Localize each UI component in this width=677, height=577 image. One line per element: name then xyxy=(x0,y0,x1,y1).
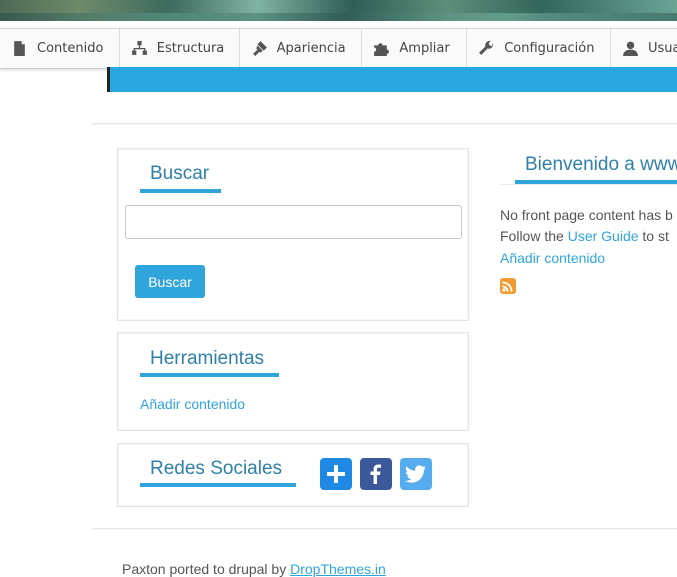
toolbar-item-contenido[interactable]: Contenido xyxy=(0,29,120,68)
guide-text: Follow the User Guide to st xyxy=(500,228,669,244)
twitter-icon[interactable] xyxy=(400,458,432,490)
toolbar-label: Ampliar xyxy=(399,41,450,56)
puzzle-icon xyxy=(374,43,390,56)
toolbar-item-apariencia[interactable]: Apariencia xyxy=(240,29,363,68)
header-banner-image xyxy=(0,0,677,21)
footer-text: Paxton ported to drupal by xyxy=(122,561,291,577)
divider xyxy=(92,528,677,530)
tools-block: Herramientas Añadir contenido xyxy=(117,332,469,431)
site-header-band xyxy=(107,67,677,92)
toolbar-item-usuarios[interactable]: Usua xyxy=(611,29,677,68)
divider xyxy=(92,123,677,125)
guide-suffix: to st xyxy=(638,228,669,244)
main-add-content-link[interactable]: Añadir contenido xyxy=(500,250,605,266)
title-underline xyxy=(140,483,296,487)
toolbar-item-ampliar[interactable]: Ampliar xyxy=(362,29,468,68)
page-title: Bienvenido a www xyxy=(525,154,677,175)
footer-link[interactable]: DropThemes.in xyxy=(290,561,386,577)
toolbar-label: Apariencia xyxy=(276,41,346,56)
social-block: Redes Sociales xyxy=(117,443,469,507)
title-underline xyxy=(140,373,279,377)
search-block: Buscar Buscar xyxy=(117,148,469,321)
user-icon xyxy=(623,41,638,56)
file-icon xyxy=(14,41,25,56)
toolbar-label: Configuración xyxy=(504,41,595,56)
search-input[interactable] xyxy=(125,205,462,239)
admin-toolbar: Contenido Estructura Apariencia Ampliar … xyxy=(0,28,677,69)
divider xyxy=(500,184,677,185)
footer: Paxton ported to drupal by DropThemes.in xyxy=(122,561,386,577)
block-title: Buscar xyxy=(150,163,210,184)
paint-brush-icon xyxy=(252,41,267,56)
toolbar-item-estructura[interactable]: Estructura xyxy=(120,29,240,68)
facebook-icon[interactable] xyxy=(360,458,392,490)
intro-text: No front page content has b xyxy=(500,207,673,223)
guide-prefix: Follow the xyxy=(500,228,568,244)
wrench-icon xyxy=(479,40,494,55)
share-plus-icon[interactable] xyxy=(320,458,352,490)
title-underline xyxy=(140,189,221,193)
block-title: Redes Sociales xyxy=(150,458,283,479)
search-button[interactable]: Buscar xyxy=(135,265,205,298)
rss-icon[interactable] xyxy=(500,278,516,294)
block-title: Herramientas xyxy=(150,348,265,369)
toolbar-label: Contenido xyxy=(37,41,104,56)
sitemap-icon xyxy=(131,41,147,55)
toolbar-label: Estructura xyxy=(156,41,225,56)
social-share-icons xyxy=(320,458,432,490)
toolbar-label: Usua xyxy=(647,41,677,56)
add-content-link[interactable]: Añadir contenido xyxy=(140,396,245,412)
user-guide-link[interactable]: User Guide xyxy=(568,228,639,244)
toolbar-item-configuracion[interactable]: Configuración xyxy=(467,29,611,68)
